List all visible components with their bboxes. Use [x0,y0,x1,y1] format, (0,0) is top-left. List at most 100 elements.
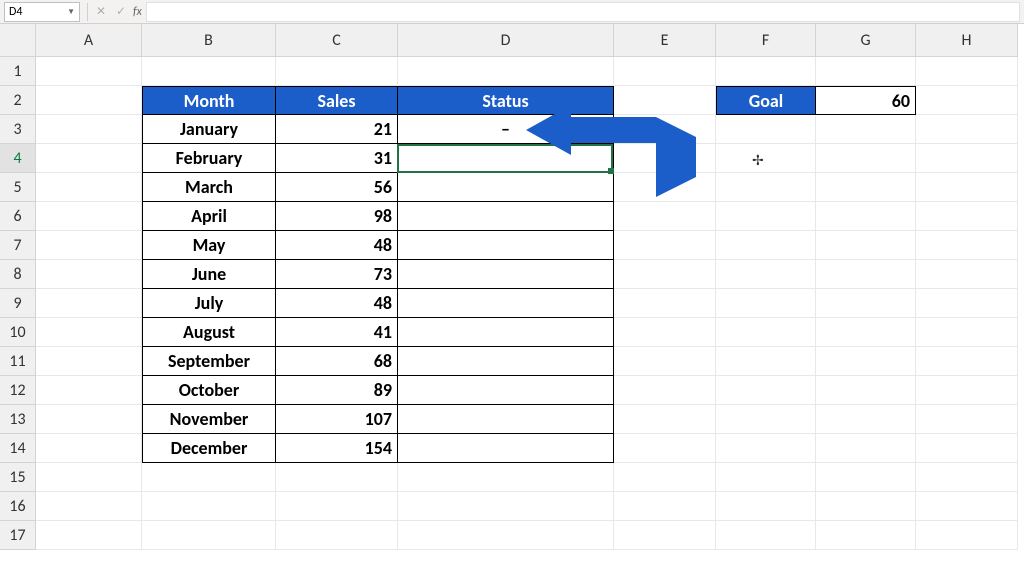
cell-sales[interactable]: 89 [276,376,398,405]
cell[interactable] [614,318,716,347]
cell[interactable] [614,521,716,550]
cell[interactable] [36,260,142,289]
cell[interactable] [36,376,142,405]
row-header[interactable]: 4 [0,144,36,173]
cell-month[interactable]: March [142,173,276,202]
cell[interactable] [916,492,1018,521]
row-header[interactable]: 16 [0,492,36,521]
cell[interactable] [276,57,398,86]
header-sales[interactable]: Sales [276,86,398,115]
cell[interactable] [916,289,1018,318]
cell-month[interactable]: October [142,376,276,405]
cell[interactable] [36,144,142,173]
cell[interactable] [716,405,816,434]
cell-sales[interactable]: 31 [276,144,398,173]
cell[interactable] [36,405,142,434]
cell[interactable] [276,492,398,521]
row-header[interactable]: 11 [0,347,36,376]
cell[interactable] [716,231,816,260]
cell-sales[interactable]: 56 [276,173,398,202]
cell[interactable] [716,492,816,521]
cell[interactable] [614,115,716,144]
cell[interactable] [36,231,142,260]
header-status[interactable]: Status [398,86,614,115]
cell[interactable] [916,521,1018,550]
row-header[interactable]: 14 [0,434,36,463]
col-header[interactable]: D [398,24,614,57]
cell[interactable] [614,86,716,115]
cell[interactable] [816,260,916,289]
cell[interactable] [36,434,142,463]
cell[interactable] [614,492,716,521]
cell[interactable] [916,202,1018,231]
row-header[interactable]: 3 [0,115,36,144]
col-header[interactable]: A [36,24,142,57]
cell-status[interactable] [398,376,614,405]
cell[interactable] [916,86,1018,115]
cell-status[interactable] [398,202,614,231]
col-header[interactable]: H [916,24,1018,57]
cell[interactable] [916,318,1018,347]
cell-status[interactable] [398,318,614,347]
goal-value[interactable]: 60 [816,86,916,115]
cell-status[interactable] [398,347,614,376]
cell[interactable] [916,144,1018,173]
row-header[interactable]: 8 [0,260,36,289]
cell-status[interactable] [398,405,614,434]
row-header[interactable]: 10 [0,318,36,347]
cell[interactable] [614,173,716,202]
cell[interactable] [916,57,1018,86]
cell[interactable] [916,434,1018,463]
cell[interactable] [916,173,1018,202]
cell-month[interactable]: January [142,115,276,144]
cell-month[interactable]: May [142,231,276,260]
cell[interactable] [816,289,916,318]
header-month[interactable]: Month [142,86,276,115]
cell[interactable] [816,347,916,376]
cell[interactable] [816,318,916,347]
col-header[interactable]: B [142,24,276,57]
fx-label[interactable]: fx [133,5,142,19]
cell[interactable] [816,144,916,173]
cell[interactable] [614,376,716,405]
cell-month[interactable]: February [142,144,276,173]
cell[interactable] [398,492,614,521]
cell[interactable] [716,376,816,405]
cell[interactable] [142,492,276,521]
cell[interactable] [614,260,716,289]
cell-sales[interactable]: 68 [276,347,398,376]
col-header[interactable]: F [716,24,816,57]
cell[interactable] [816,173,916,202]
cell-status[interactable]: – [398,115,614,144]
cell[interactable] [816,57,916,86]
row-header[interactable]: 12 [0,376,36,405]
cell[interactable] [816,434,916,463]
cell[interactable] [614,463,716,492]
cell-month[interactable]: June [142,260,276,289]
cell-sales[interactable]: 48 [276,231,398,260]
row-header[interactable]: 5 [0,173,36,202]
cell-status[interactable] [398,173,614,202]
cell[interactable] [398,521,614,550]
cell-month[interactable]: August [142,318,276,347]
cell-status[interactable] [398,144,614,173]
cell[interactable] [816,202,916,231]
row-header[interactable]: 17 [0,521,36,550]
cell[interactable] [614,347,716,376]
cell[interactable] [716,57,816,86]
goal-label[interactable]: Goal [716,86,816,115]
cell[interactable] [614,405,716,434]
cell[interactable] [36,173,142,202]
cell[interactable] [398,463,614,492]
cell[interactable] [142,463,276,492]
cell-status[interactable] [398,289,614,318]
cell-status[interactable] [398,260,614,289]
cell[interactable] [916,231,1018,260]
cell[interactable] [716,115,816,144]
cell[interactable] [716,463,816,492]
cell[interactable] [716,260,816,289]
cell[interactable] [614,57,716,86]
cell[interactable] [916,405,1018,434]
cell[interactable] [716,347,816,376]
cell[interactable] [716,434,816,463]
